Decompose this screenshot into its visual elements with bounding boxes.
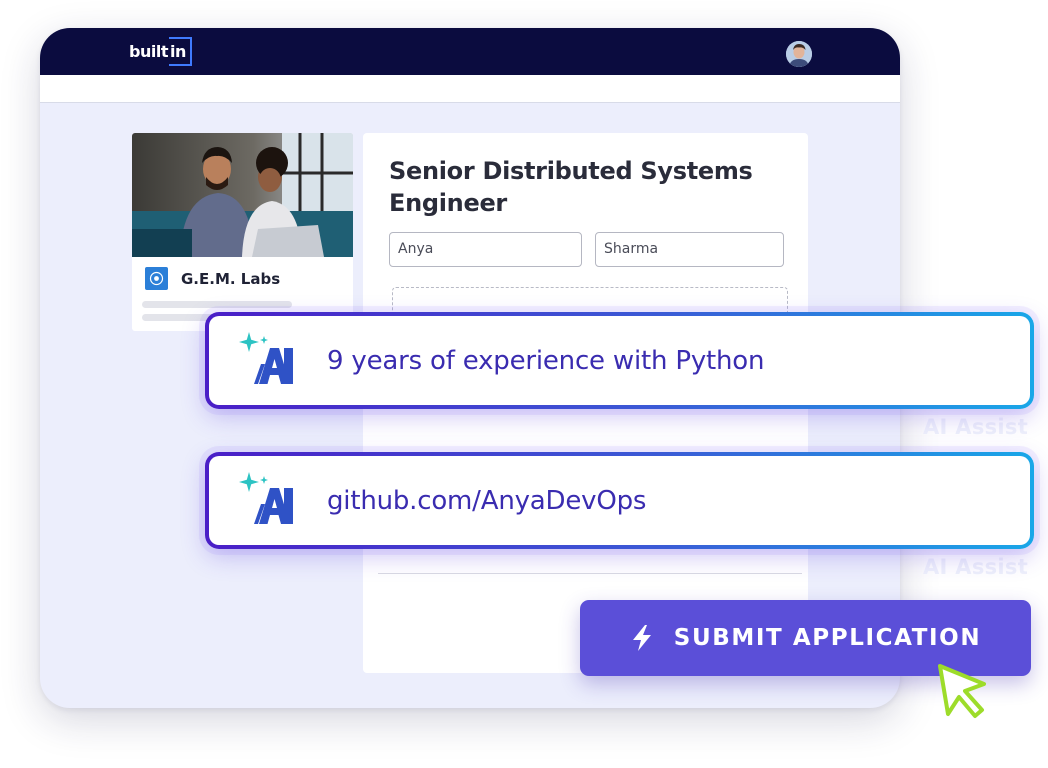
builtin-logo[interactable]: built in (129, 37, 192, 66)
avatar-icon (786, 41, 812, 67)
ai-sparkle-icon (239, 332, 293, 384)
ai-suggestion-text: 9 years of experience with Python (327, 345, 765, 376)
logo-box-text: in (168, 37, 192, 66)
company-logo-icon (145, 267, 168, 290)
skeleton-line (142, 301, 292, 308)
first-name-field[interactable]: Anya (389, 232, 582, 267)
ai-assist-ghost-label: AI Assist (923, 415, 1029, 439)
company-card[interactable]: G.E.M. Labs (132, 133, 353, 331)
logo-text: built (129, 42, 168, 61)
job-title: Senior Distributed Systems Engineer (389, 157, 753, 217)
submit-button-label: SUBMIT APPLICATION (673, 625, 982, 651)
company-logo-glyph (149, 271, 164, 286)
company-name: G.E.M. Labs (181, 269, 281, 288)
user-avatar[interactable] (786, 41, 812, 67)
ai-assist-ghost-label: AI Assist (923, 555, 1029, 579)
ai-suggestion-inner: 9 years of experience with Python (209, 316, 1030, 405)
sub-toolbar (40, 75, 900, 103)
ai-suggestion-github[interactable]: github.com/AnyaDevOps (205, 452, 1034, 549)
lightning-bolt-icon (632, 625, 651, 651)
ai-sparkle-icon (239, 472, 293, 524)
last-name-field[interactable]: Sharma (595, 232, 784, 267)
ai-suggestion-text: github.com/AnyaDevOps (327, 485, 647, 516)
form-divider (378, 573, 802, 574)
company-row: G.E.M. Labs (145, 267, 280, 290)
ai-suggestion-inner: github.com/AnyaDevOps (209, 456, 1030, 545)
top-navbar: built in (40, 28, 900, 75)
mouse-pointer-icon (938, 664, 986, 718)
company-photo (132, 133, 353, 257)
ai-suggestion-experience[interactable]: 9 years of experience with Python (205, 312, 1034, 409)
